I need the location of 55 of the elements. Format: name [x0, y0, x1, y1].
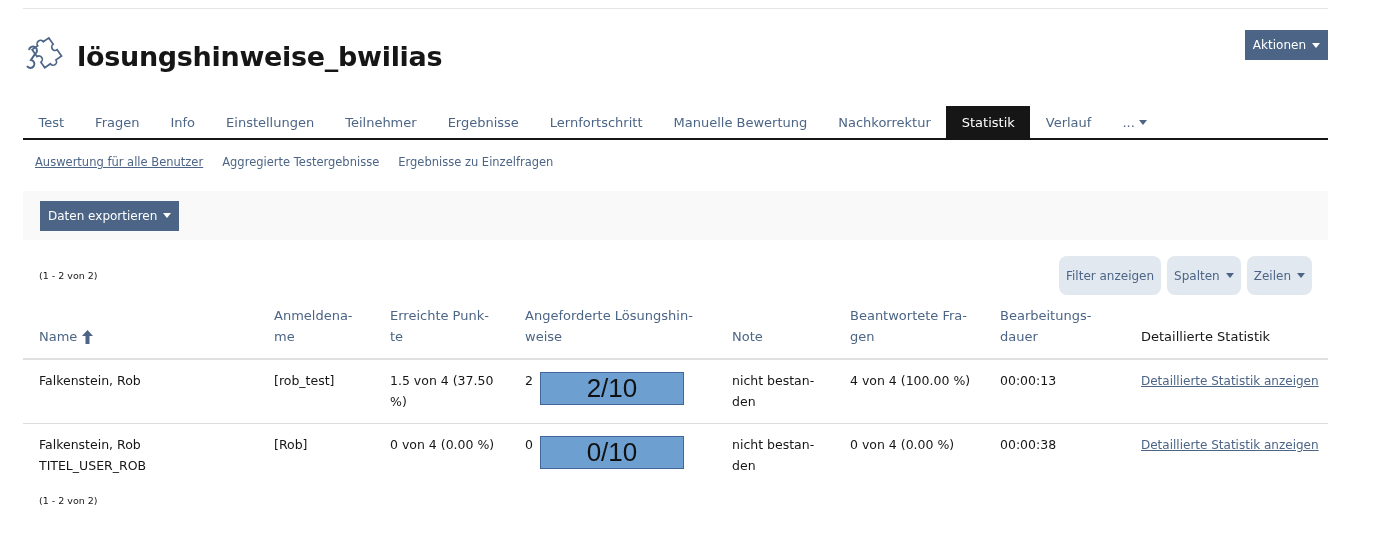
table-cell: 0 von 4 (0.00 %) [390, 437, 495, 452]
table-cell: 1.5 von 4 (37.50 %) [390, 373, 494, 409]
table-cell: 00:00:38 [1000, 437, 1057, 452]
tab[interactable]: Statistik [946, 106, 1031, 138]
detail-link[interactable]: Detaillierte Statistik anzeigen [1141, 438, 1319, 452]
range-text: (1 - 2 von 2) [38, 270, 98, 281]
dropdown-button[interactable]: Spalten [1167, 256, 1241, 295]
hint-count-box: 0/10 [539, 436, 684, 469]
tab[interactable]: Fragen [79, 106, 155, 138]
column-header[interactable]: Beantwortete Fra- gen [850, 305, 967, 347]
sort-up-icon [82, 329, 94, 344]
filter-button[interactable]: Filter anzeigen [1059, 256, 1162, 295]
table-cell: nicht bestan- den [732, 437, 815, 473]
tab[interactable]: Verlauf [1030, 106, 1107, 138]
tab[interactable]: Info [154, 106, 211, 138]
tab[interactable]: Nachkorrektur [822, 106, 947, 138]
table-cell-text: 0 [525, 436, 533, 454]
table-cell: 00:00:13 [1000, 373, 1057, 388]
table-cell: 0 von 4 (0.00 %) [850, 437, 955, 452]
table-cell: nicht bestan- den [732, 373, 815, 409]
tab[interactable]: Manuelle Bewertung [658, 106, 823, 138]
column-header[interactable]: Bearbeitungs- dauer [1000, 305, 1092, 347]
table-cell: 4 von 4 (100.00 %) [850, 373, 971, 388]
column-header[interactable]: Angeforderte Lösungshin- weise [525, 305, 693, 347]
column-header[interactable]: Note [732, 326, 763, 347]
hint-count-box: 2/10 [539, 372, 684, 405]
column-header[interactable]: Name [39, 326, 94, 347]
range-text: (1 - 2 von 2) [38, 495, 99, 506]
tab[interactable]: ... [1106, 106, 1163, 138]
column-header[interactable]: Anmeldena- me [274, 305, 353, 347]
subtab-link[interactable]: Aggregierte Testergebnisse [222, 155, 380, 169]
table-cell: [rob_test] [274, 373, 335, 388]
tab[interactable]: Teilnehmer [329, 106, 433, 138]
tab[interactable]: Lernfortschritt [534, 106, 658, 138]
table-cell: Falkenstein, Rob [39, 373, 141, 388]
tab[interactable]: Test [23, 106, 80, 138]
page-title: lösungshinweise_bwilias [77, 40, 443, 72]
table-cell-text: 2 [525, 372, 533, 390]
caret-icon [163, 213, 172, 218]
caret-icon [1312, 42, 1320, 48]
column-header[interactable]: Erreichte Punk- te [390, 305, 489, 347]
table-cell: [Rob] [274, 437, 308, 452]
column-header: Detaillierte Statistik [1141, 328, 1271, 346]
detail-link[interactable]: Detaillierte Statistik anzeigen [1141, 374, 1319, 388]
caret-icon [1225, 273, 1234, 278]
dropdown-button[interactable]: Zeilen [1246, 256, 1312, 295]
table-cell: Falkenstein, Rob TITEL_USER_ROB [39, 437, 147, 473]
tab[interactable]: Einstellungen [210, 106, 330, 138]
actions-button[interactable]: Aktionen [1244, 30, 1328, 60]
export-button[interactable]: Daten exportieren [40, 200, 180, 231]
tab[interactable]: Ergebnisse [432, 106, 535, 138]
subtab-link[interactable]: Ergebnisse zu Einzelfragen [398, 155, 554, 169]
caret-icon [1297, 273, 1305, 278]
caret-icon [1138, 119, 1147, 125]
subtab-link[interactable]: Auswertung für alle Benutzer [35, 155, 204, 169]
